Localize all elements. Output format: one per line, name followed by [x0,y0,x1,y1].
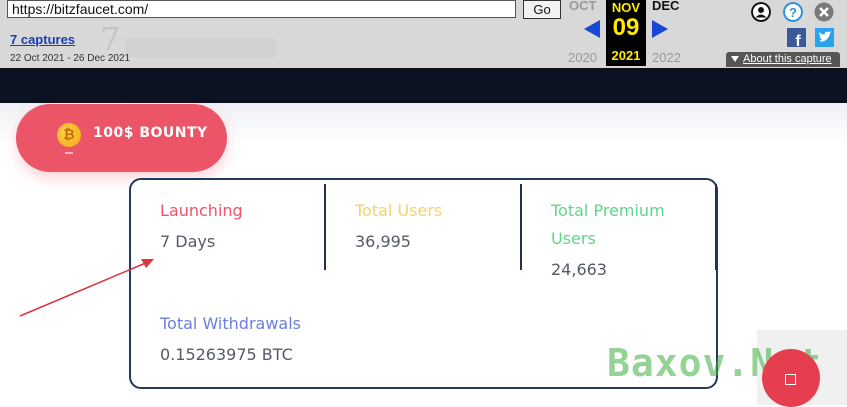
twitter-icon[interactable] [815,28,834,47]
coin-underline [65,152,73,154]
stat-withdrawals-value: 0.15263975 BTC [160,345,293,364]
stat-total-users-label: Total Users [355,201,443,220]
stat-launching-value: 7 Days [160,232,216,251]
prev-capture-arrow-icon[interactable] [584,20,600,38]
current-day: 09 [612,14,640,41]
site-navbar [0,70,847,103]
stat-withdrawals-label: Total Withdrawals [160,314,301,333]
stat-premium-users-value: 24,663 [551,260,607,279]
about-capture-button[interactable]: About this capture [726,52,840,67]
next-capture-arrow-icon[interactable] [652,20,668,38]
stats-divider [715,184,717,270]
bounty-label: 100$ BOUNTY [93,125,208,141]
stat-premium-users-label-line1: Total Premium [551,201,665,220]
prev-month-link[interactable]: OCT [569,0,596,13]
next-year-link[interactable]: 2022 [652,50,681,65]
stat-total-users-value: 36,995 [355,232,411,251]
help-icon[interactable]: ? [783,2,803,22]
bitcoin-coin-icon: ₿ [57,123,81,147]
go-button[interactable]: Go [523,0,561,19]
current-month: NOV [611,0,641,15]
stats-divider [324,184,326,270]
current-capture-date: NOV 09 2021 [606,0,646,66]
stats-divider [520,184,522,270]
captures-link[interactable]: 7 captures [10,32,75,47]
user-icon[interactable] [751,2,771,22]
capture-date-range: 22 Oct 2021 - 26 Dec 2021 [10,53,131,64]
caret-down-icon [731,56,739,63]
next-month-link[interactable]: DEC [652,0,679,13]
chat-icon [785,374,796,385]
current-year: 2021 [611,48,641,63]
wayback-toolbar: https://bitzfaucet.com/ Go 7 7 captures … [0,0,847,70]
svg-text:f: f [795,33,801,47]
stat-launching-label: Launching [160,201,243,220]
wayback-url-input[interactable]: https://bitzfaucet.com/ [7,0,516,18]
svg-text:?: ? [789,5,797,20]
close-icon[interactable] [814,2,834,22]
facebook-icon[interactable]: f [787,28,806,47]
stat-premium-users-label-line2: Users [551,229,596,248]
about-capture-label: About this capture [743,53,832,65]
prev-year-link[interactable]: 2020 [568,50,597,65]
